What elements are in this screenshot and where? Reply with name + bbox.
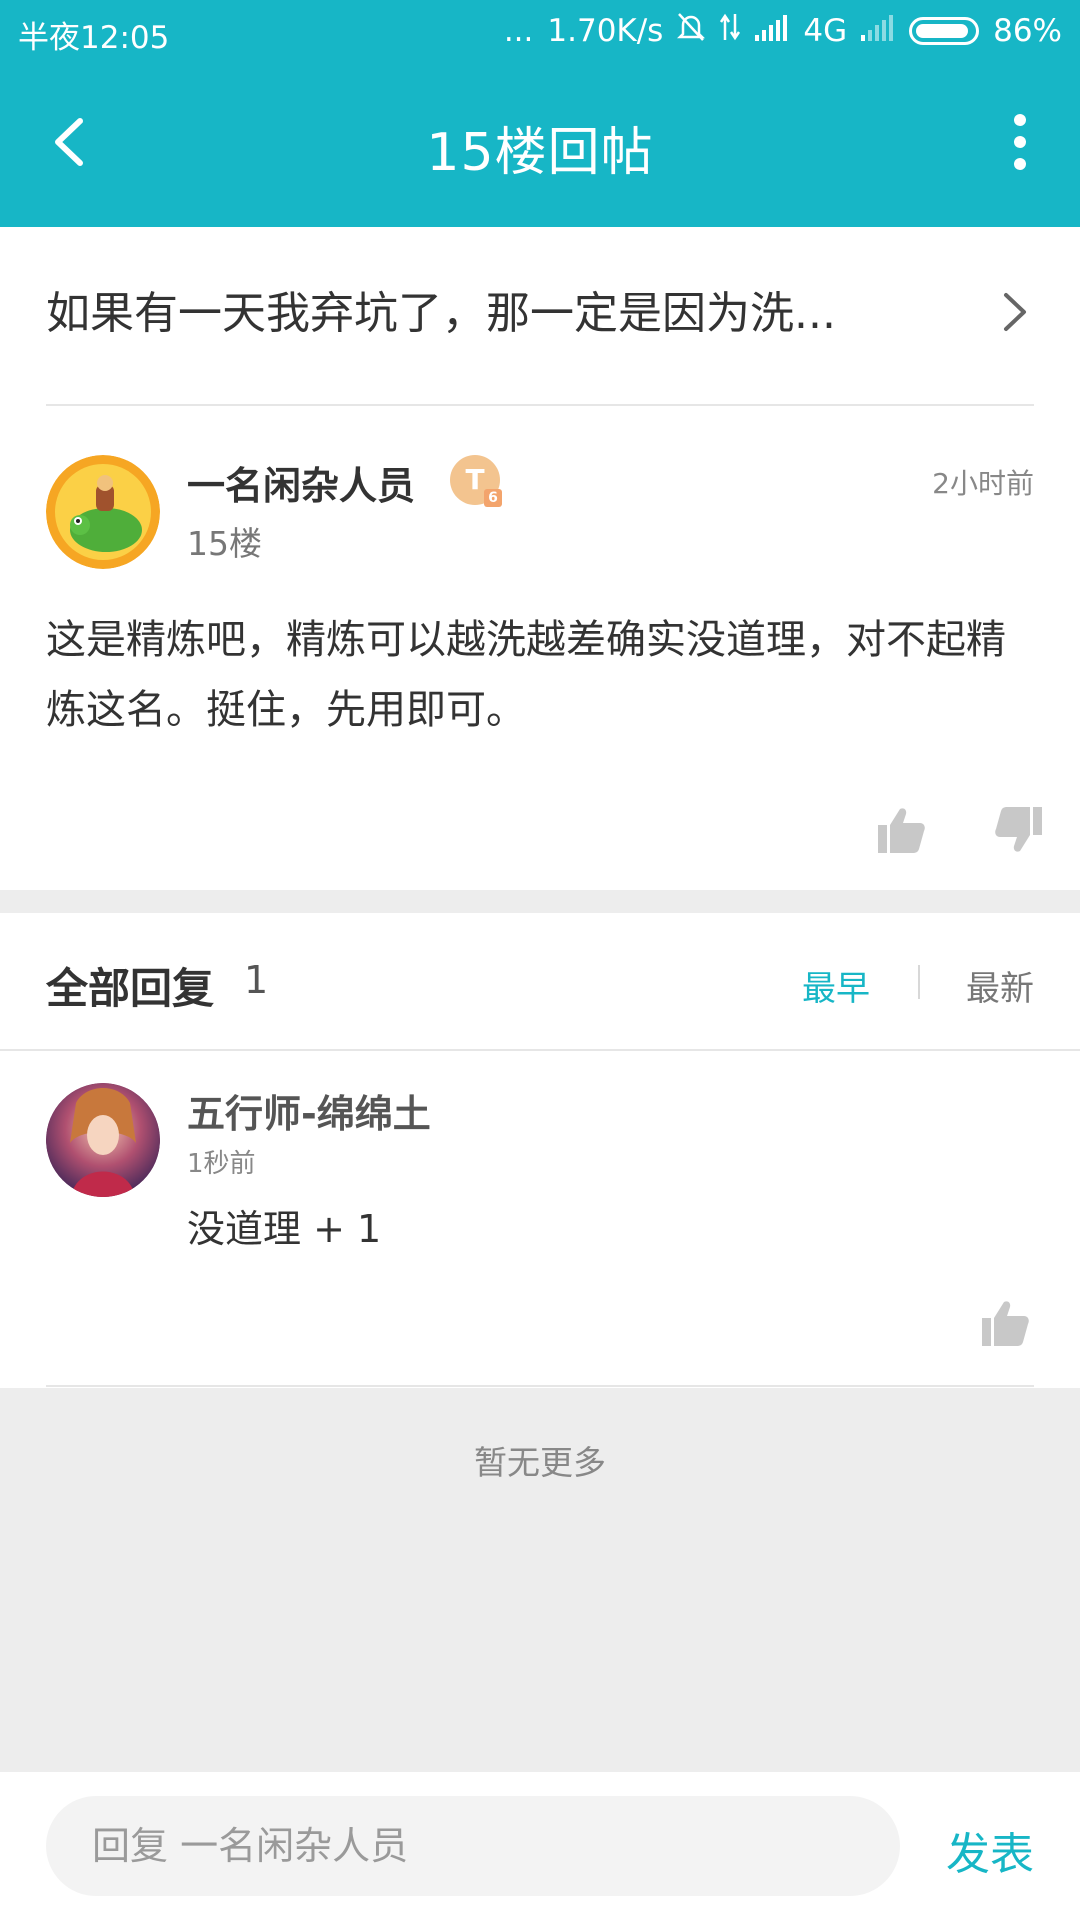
top-header: 半夜12:05 ... 1.70K/s 4G 86% 15楼回帖 <box>0 0 1080 227</box>
page-title: 15楼回帖 <box>426 123 654 183</box>
reply-avatar[interactable] <box>46 1083 160 1197</box>
thumbs-down-icon[interactable] <box>994 805 1044 855</box>
status-icons: ... 1.70K/s 4G 86% <box>504 12 1062 50</box>
more-options-button[interactable] <box>1000 107 1040 177</box>
sort-latest-tab[interactable]: 最新 <box>966 961 1034 1010</box>
post-time: 2小时前 <box>932 467 1034 500</box>
more-dot-icon <box>1014 136 1026 148</box>
status-time: 半夜12:05 <box>18 20 170 56</box>
post-body: 这是精炼吧，精炼可以越洗越差确实没道理，对不起精炼这名。挺住，先用即可。 <box>46 617 1006 733</box>
signal-icon <box>755 13 789 49</box>
author-avatar[interactable] <box>46 455 160 569</box>
replies-section: 全部回复 1 最早 最新 五行师-绵绵土 1秒前 没道理 + 1 <box>0 913 1080 1388</box>
avatar-image <box>46 1083 160 1197</box>
publish-button[interactable]: 发表 <box>946 1818 1034 1882</box>
reply-footer: 发表 <box>0 1772 1080 1920</box>
mute-bell-icon <box>677 12 706 50</box>
data-transfer-icon <box>719 12 741 50</box>
more-dot-icon <box>1014 114 1026 126</box>
level-badge-number: 6 <box>484 489 502 507</box>
floor-label: 15楼 <box>187 524 262 563</box>
reply-text: 没道理 + 1 <box>187 1207 382 1251</box>
no-more-label: 暂无更多 <box>474 1443 606 1482</box>
thumbs-up-icon[interactable] <box>980 1298 1030 1348</box>
replies-count: 1 <box>244 958 269 1002</box>
battery-level: 86% <box>993 13 1062 49</box>
more-dot-icon <box>1014 158 1026 170</box>
title-bar: 15楼回帖 <box>0 62 1080 227</box>
avatar-image <box>46 455 160 569</box>
network-type: 4G <box>803 13 848 49</box>
thread-title: 如果有一天我弃坑了，那一定是因为洗... <box>46 288 836 339</box>
level-badge-letter: T <box>465 463 485 496</box>
post-card: 如果有一天我弃坑了，那一定是因为洗... 一名闲杂人员 T6 15楼 2小时前 … <box>0 227 1080 890</box>
thread-link[interactable]: 如果有一天我弃坑了，那一定是因为洗... <box>46 277 1034 357</box>
reply-author[interactable]: 五行师-绵绵土 <box>187 1083 431 1138</box>
battery-icon <box>909 17 980 45</box>
divider <box>46 1385 1034 1387</box>
net-speed: 1.70K/s <box>547 13 664 49</box>
reply-input[interactable] <box>46 1796 900 1896</box>
thumbs-up-icon[interactable] <box>876 805 926 855</box>
sort-earliest-tab[interactable]: 最早 <box>802 961 870 1010</box>
divider <box>46 404 1034 406</box>
author-name[interactable]: 一名闲杂人员 <box>187 455 415 510</box>
level-badge: T6 <box>450 455 502 507</box>
status-dots: ... <box>503 13 534 49</box>
divider <box>0 1049 1080 1051</box>
sort-separator <box>918 965 920 999</box>
replies-title: 全部回复 <box>46 964 215 1013</box>
signal-weak-icon <box>861 13 895 49</box>
status-bar: 半夜12:05 ... 1.70K/s 4G 86% <box>0 0 1080 62</box>
chevron-right-icon <box>1004 293 1026 331</box>
reply-time: 1秒前 <box>187 1149 256 1179</box>
